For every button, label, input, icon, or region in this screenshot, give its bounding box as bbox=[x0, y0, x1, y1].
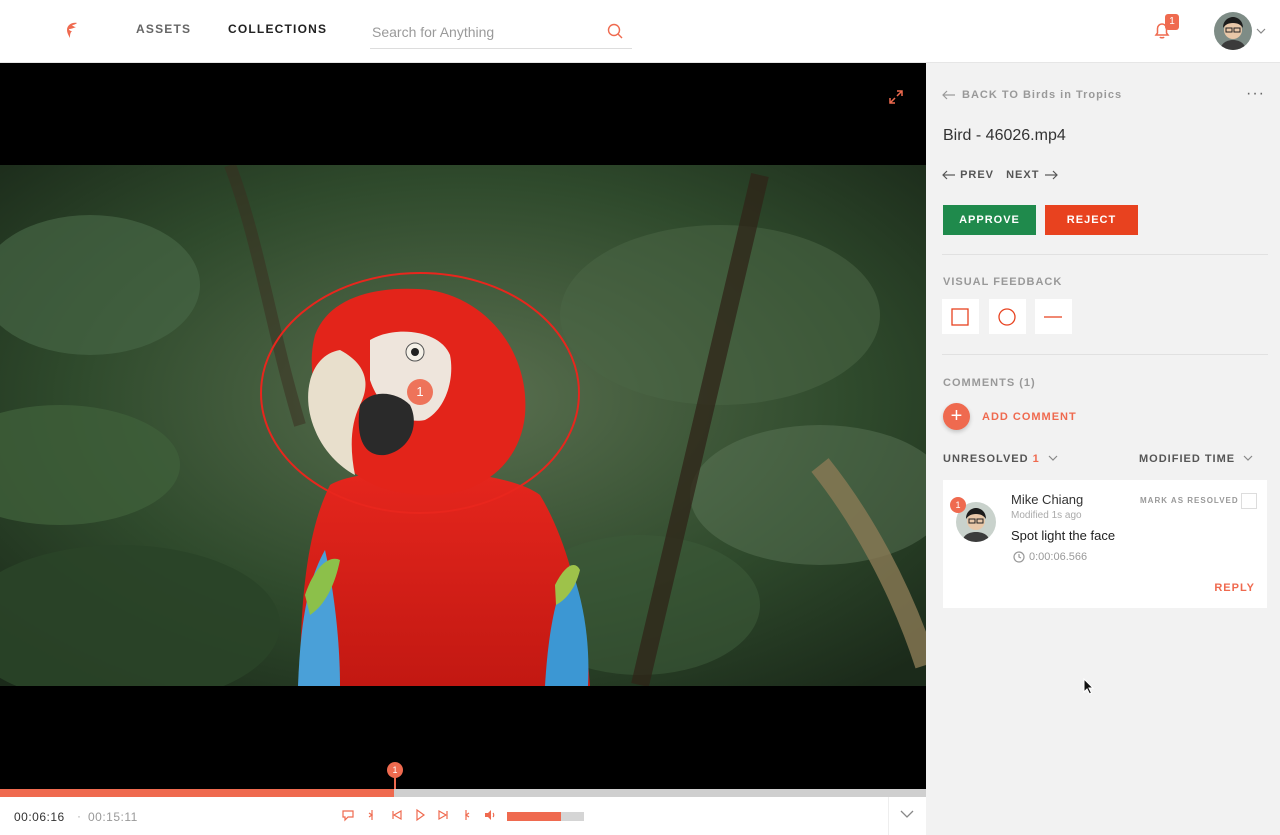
volume-fill bbox=[507, 812, 561, 821]
add-comment-button[interactable]: + bbox=[943, 403, 970, 430]
more-options-icon[interactable]: ··· bbox=[1246, 85, 1265, 103]
arrow-right-icon bbox=[1044, 170, 1058, 180]
rectangle-icon bbox=[951, 308, 969, 326]
file-title: Bird - 46026.mp4 bbox=[943, 127, 1066, 144]
volume-icon[interactable] bbox=[482, 807, 498, 823]
back-label: BACK TO Birds in Tropics bbox=[962, 89, 1123, 101]
timeline-comment-marker[interactable]: 1 bbox=[387, 762, 403, 778]
comment-icon[interactable] bbox=[340, 807, 356, 823]
player-controls: 00:06:16 · 00:15:11 bbox=[0, 797, 926, 835]
next-button[interactable]: NEXT bbox=[1006, 169, 1058, 182]
progress-fill bbox=[0, 789, 395, 797]
prev-next-nav: PREV NEXT bbox=[942, 169, 1058, 181]
top-bar: ASSETS COLLECTIONS 1 bbox=[0, 0, 1280, 63]
arrow-left-icon bbox=[942, 170, 955, 180]
chevron-down-icon bbox=[1243, 455, 1253, 461]
back-link[interactable]: BACK TO Birds in Tropics bbox=[942, 89, 1122, 101]
step-forward-icon[interactable] bbox=[435, 807, 451, 823]
step-back-icon[interactable] bbox=[389, 807, 405, 823]
clock-icon bbox=[1013, 551, 1025, 563]
sort-label: MODIFIED TIME bbox=[1139, 453, 1236, 465]
chevron-down-icon[interactable] bbox=[1256, 27, 1266, 35]
nav-collections[interactable]: COLLECTIONS bbox=[228, 22, 327, 36]
prev-label: PREV bbox=[960, 169, 995, 182]
prev-button[interactable]: PREV bbox=[942, 169, 998, 181]
comment-text: Spot light the face bbox=[1011, 528, 1116, 543]
fullscreen-icon[interactable] bbox=[888, 89, 904, 105]
mark-in-icon[interactable] bbox=[364, 807, 380, 823]
search-icon[interactable] bbox=[606, 22, 624, 40]
comment-modified: Modified 1s ago bbox=[1011, 510, 1082, 521]
divider bbox=[942, 254, 1268, 255]
mouse-cursor-icon bbox=[1083, 678, 1095, 695]
comment-card[interactable]: 1 Mike Chiang Modified 1s ago Spot light… bbox=[943, 480, 1267, 608]
line-icon bbox=[1044, 316, 1062, 318]
mark-out-icon[interactable] bbox=[458, 807, 474, 823]
nav-assets[interactable]: ASSETS bbox=[136, 22, 191, 36]
mark-resolved-label: MARK AS RESOLVED bbox=[1140, 496, 1239, 505]
chevron-down-icon bbox=[1048, 455, 1058, 461]
circle-tool[interactable] bbox=[989, 299, 1026, 334]
logo-icon[interactable] bbox=[60, 18, 84, 42]
comment-number-badge: 1 bbox=[950, 497, 966, 513]
unresolved-label: UNRESOLVED bbox=[943, 453, 1029, 465]
visual-feedback-label: VISUAL FEEDBACK bbox=[943, 276, 1063, 288]
timecode-value: 0:00:06.566 bbox=[1029, 551, 1088, 563]
line-tool[interactable] bbox=[1035, 299, 1072, 334]
timeline-marker-stem bbox=[394, 777, 396, 789]
total-time: 00:15:11 bbox=[88, 810, 138, 824]
volume-slider[interactable] bbox=[507, 812, 584, 821]
progress-bar[interactable] bbox=[0, 789, 926, 797]
search-bar bbox=[370, 18, 632, 49]
annotation-marker[interactable]: 1 bbox=[407, 379, 433, 405]
next-label: NEXT bbox=[1006, 169, 1040, 182]
comment-timecode[interactable]: 0:00:06.566 bbox=[1013, 551, 1087, 563]
reply-button[interactable]: REPLY bbox=[1214, 582, 1255, 594]
arrow-left-icon bbox=[942, 90, 955, 100]
mark-resolved-checkbox[interactable] bbox=[1241, 493, 1257, 509]
unresolved-count: 1 bbox=[1032, 453, 1040, 465]
approve-button[interactable]: APPROVE bbox=[943, 205, 1036, 235]
controls-divider bbox=[888, 797, 889, 835]
unresolved-filter[interactable]: UNRESOLVED 1 bbox=[943, 453, 1058, 465]
sort-dropdown[interactable]: MODIFIED TIME bbox=[1139, 453, 1253, 465]
chevron-down-icon[interactable] bbox=[900, 809, 914, 819]
search-input[interactable] bbox=[370, 18, 600, 46]
divider bbox=[942, 354, 1268, 355]
notification-badge: 1 bbox=[1165, 14, 1179, 30]
comment-author: Mike Chiang bbox=[1011, 492, 1084, 507]
time-separator: · bbox=[77, 809, 81, 823]
reject-button[interactable]: REJECT bbox=[1045, 205, 1138, 235]
add-comment-label[interactable]: ADD COMMENT bbox=[982, 411, 1077, 423]
current-time: 00:06:16 bbox=[14, 810, 65, 824]
rectangle-tool[interactable] bbox=[942, 299, 979, 334]
review-panel: BACK TO Birds in Tropics ··· Bird - 4602… bbox=[926, 63, 1280, 835]
circle-icon bbox=[998, 308, 1016, 326]
comments-count-label: COMMENTS (1) bbox=[943, 377, 1036, 389]
user-avatar[interactable] bbox=[1214, 12, 1252, 50]
play-icon[interactable] bbox=[412, 807, 428, 823]
